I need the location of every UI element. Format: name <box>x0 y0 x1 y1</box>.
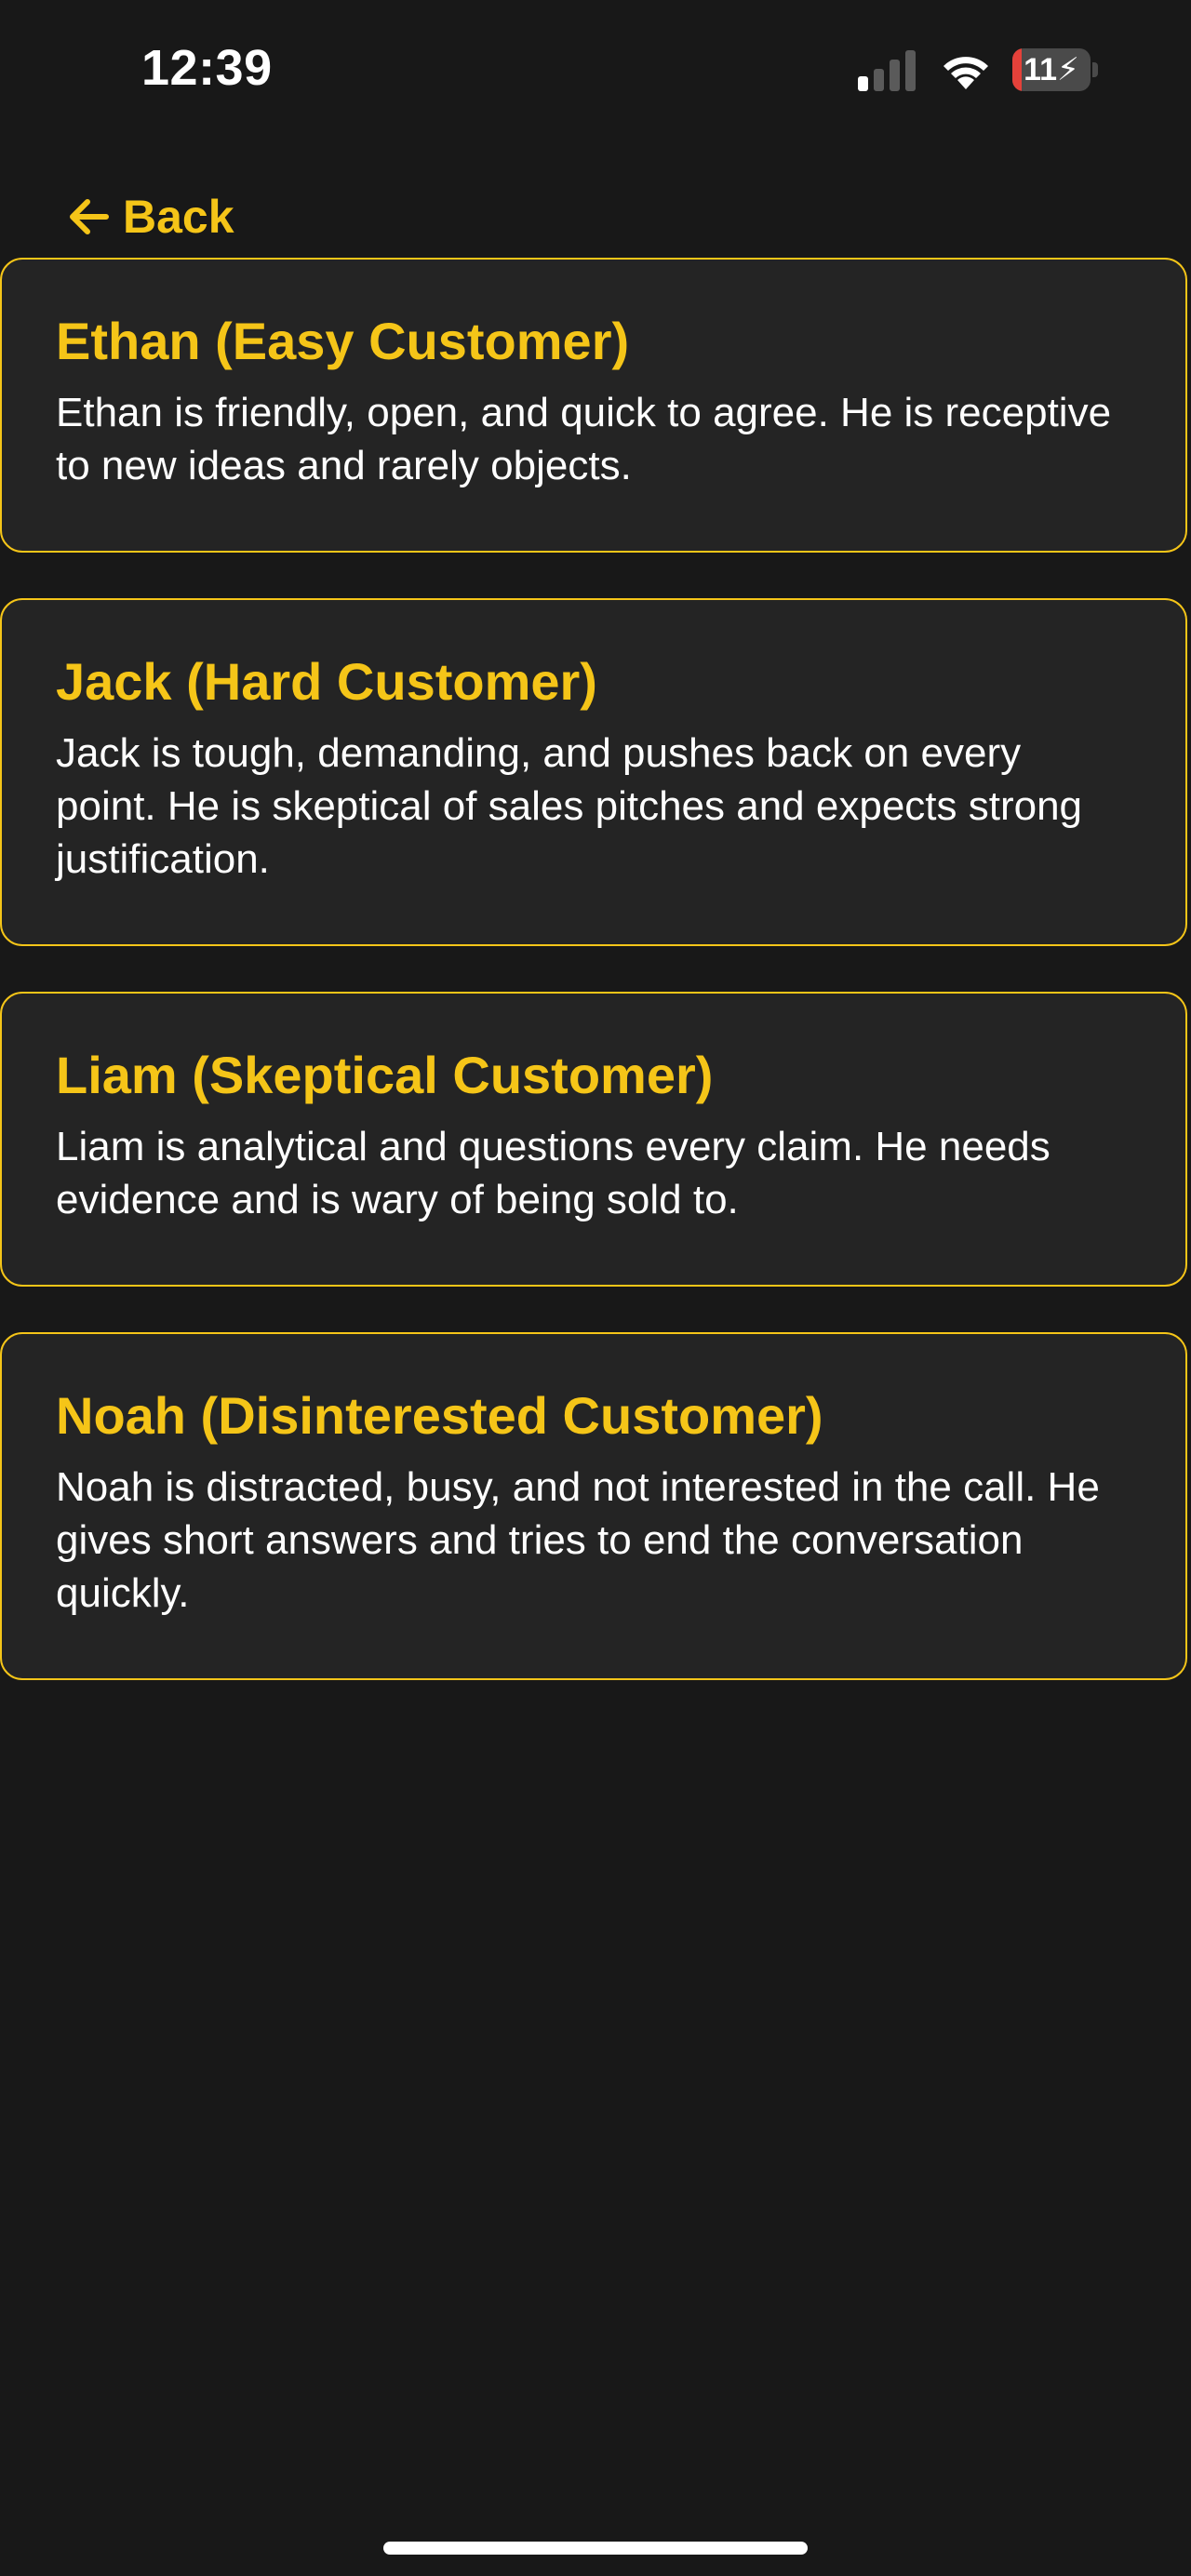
home-indicator[interactable] <box>383 2542 808 2555</box>
customer-card-title: Noah (Disinterested Customer) <box>56 1386 823 1445</box>
customer-card-title: Jack (Hard Customer) <box>56 652 597 711</box>
signal-icon <box>858 50 916 91</box>
battery-level: 11⚡ <box>1024 52 1079 87</box>
customer-card-liam[interactable]: Liam (Skeptical Customer) Liam is analyt… <box>0 992 1187 1287</box>
customer-card-description: Noah is distracted, busy, and not intere… <box>56 1464 1100 1616</box>
customer-card-description: Ethan is friendly, open, and quick to ag… <box>56 390 1112 488</box>
status-bar: 12:39 11⚡ <box>0 0 1191 140</box>
customer-card-title: Liam (Skeptical Customer) <box>56 1046 714 1104</box>
back-button[interactable]: Back <box>67 186 234 247</box>
customer-card-noah[interactable]: Noah (Disinterested Customer) Noah is di… <box>0 1332 1187 1680</box>
customer-card-title: Ethan (Easy Customer) <box>56 312 630 370</box>
battery-charging-icon: 11⚡ <box>1012 48 1098 91</box>
arrow-left-icon <box>70 199 109 234</box>
customer-card-ethan[interactable]: Ethan (Easy Customer) Ethan is friendly,… <box>0 258 1187 553</box>
battery-cap <box>1092 62 1098 77</box>
customer-card-jack[interactable]: Jack (Hard Customer) Jack is tough, dema… <box>0 598 1187 946</box>
back-label: Back <box>123 191 234 243</box>
status-time: 12:39 <box>141 40 273 96</box>
customer-card-description: Liam is analytical and questions every c… <box>56 1124 1050 1222</box>
battery-body: 11⚡ <box>1012 48 1091 91</box>
customer-card-description: Jack is tough, demanding, and pushes bac… <box>56 730 1083 882</box>
wifi-icon <box>943 57 988 89</box>
